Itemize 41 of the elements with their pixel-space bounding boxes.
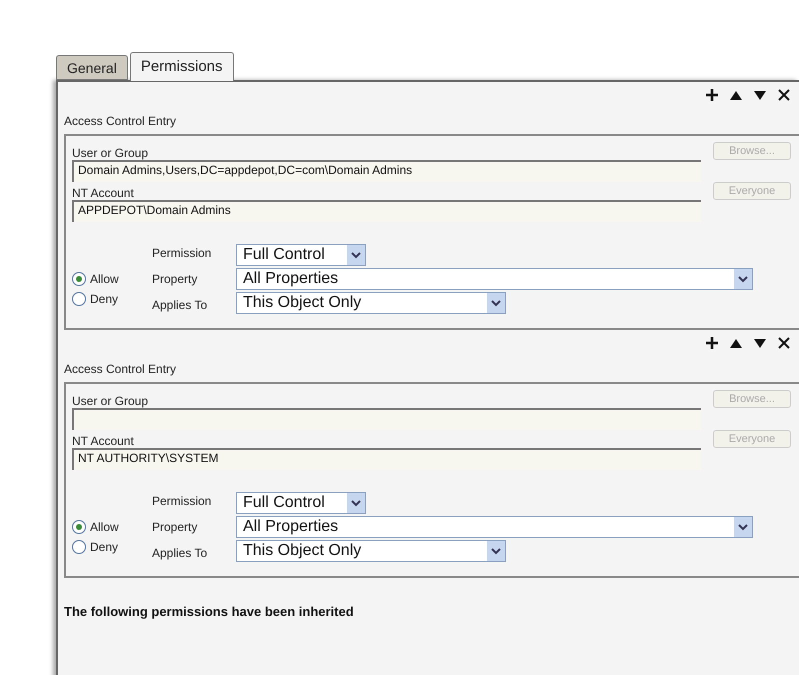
down-triangle-icon[interactable]	[753, 336, 767, 350]
tab[interactable]: General	[56, 55, 128, 80]
field-label: Property	[152, 271, 198, 288]
input-field[interactable]: NT AUTHORITY\SYSTEM	[72, 448, 701, 470]
close-icon[interactable]	[777, 88, 791, 102]
field-label: Permission	[152, 493, 212, 510]
plus-icon[interactable]	[705, 336, 719, 350]
dropdown[interactable]: All Properties	[236, 516, 753, 538]
dropdown[interactable]: Full Control	[236, 492, 366, 514]
plus-icon[interactable]	[705, 88, 719, 102]
caret-icon	[734, 517, 752, 537]
field-label: User or Group	[72, 394, 150, 408]
caret-icon	[347, 493, 365, 513]
field-label: Applies To	[152, 297, 208, 314]
caret-icon	[487, 541, 505, 561]
tab[interactable]: Permissions	[130, 52, 234, 81]
input-field[interactable]	[72, 408, 701, 430]
section-title: Access Control Entry	[64, 113, 178, 130]
close-icon[interactable]	[777, 336, 791, 350]
caret-icon	[734, 269, 752, 289]
down-triangle-icon[interactable]	[753, 88, 767, 102]
dropdown[interactable]: This Object Only	[236, 540, 506, 562]
dropdown[interactable]: Full Control	[236, 244, 366, 266]
input-field[interactable]: APPDEPOT\Domain Admins	[72, 200, 701, 222]
radio-option[interactable]: Deny	[72, 292, 152, 306]
radio-option[interactable]: Allow	[72, 520, 152, 534]
field-label: Permission	[152, 245, 212, 262]
radio-option[interactable]: Allow	[72, 272, 152, 286]
field-label: User or Group	[72, 146, 150, 160]
dropdown[interactable]: All Properties	[236, 268, 753, 290]
radio-option[interactable]: Deny	[72, 540, 152, 554]
field-label: Property	[152, 519, 198, 536]
field-label: NT Account	[72, 434, 135, 448]
field-label: NT Account	[72, 186, 135, 200]
field-label: Applies To	[152, 545, 208, 562]
input-field[interactable]: Domain Admins,Users,DC=appdepot,DC=com\Domain Admins	[72, 160, 701, 182]
section-title: Access Control Entry	[64, 361, 178, 378]
caret-icon	[487, 293, 505, 313]
section-heading: The following permissions have been inherited	[64, 604, 355, 619]
dropdown[interactable]: This Object Only	[236, 292, 506, 314]
caret-icon	[347, 245, 365, 265]
